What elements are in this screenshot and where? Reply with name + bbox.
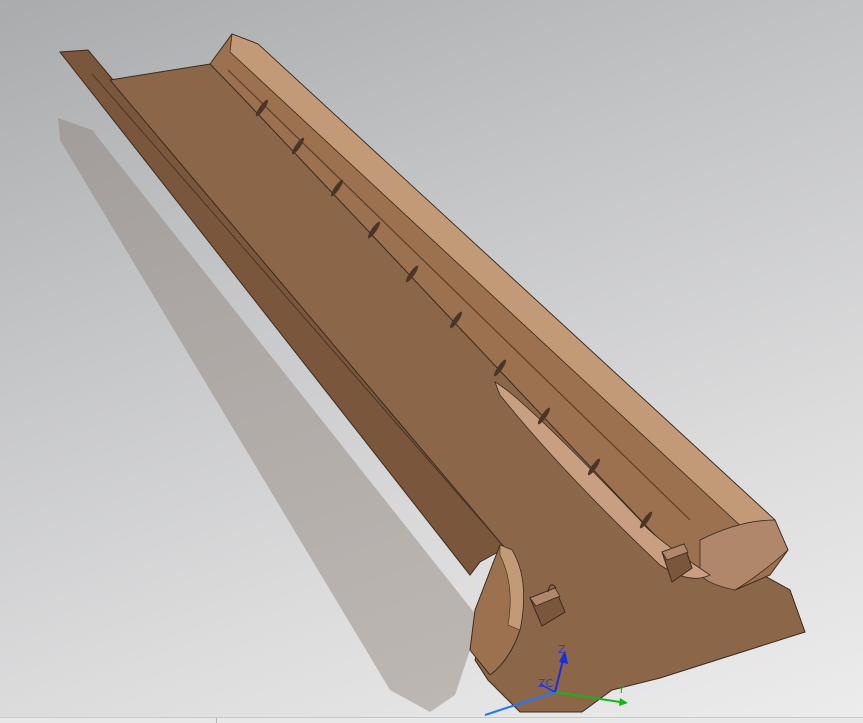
zc-axis-label: ZC	[538, 677, 554, 690]
y-axis-label: Y	[618, 683, 625, 696]
status-bar-divider	[216, 718, 217, 723]
status-bar	[0, 717, 863, 723]
y-axis-line	[554, 691, 621, 703]
graphics-viewport[interactable]: Z ZC Y	[0, 0, 863, 717]
sheet-metal-part-model[interactable]	[0, 0, 863, 717]
coordinate-triad: Z ZC Y	[480, 640, 640, 717]
y-axis-arrow	[619, 698, 628, 706]
z-axis-label: Z	[558, 643, 566, 656]
x-axis-line	[484, 691, 556, 716]
z-axis-line	[554, 659, 564, 693]
